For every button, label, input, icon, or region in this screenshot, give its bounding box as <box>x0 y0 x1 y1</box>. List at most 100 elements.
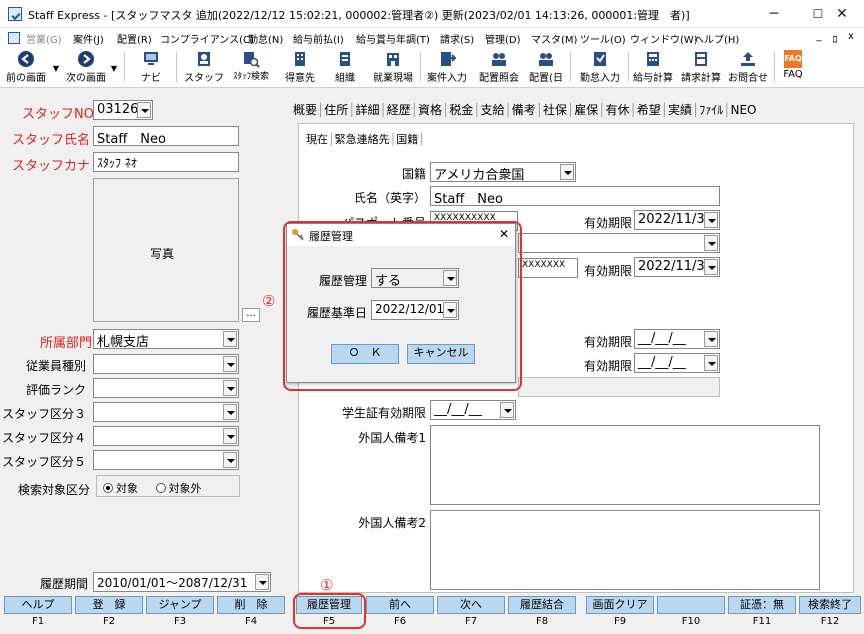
residence-card-field[interactable]: XXXXXXX <box>518 258 578 278</box>
faq-button[interactable]: FAQ FAQ <box>778 50 808 86</box>
tab-tax[interactable]: 税金 <box>449 103 473 117</box>
chevron-down-icon[interactable] <box>704 355 718 371</box>
chevron-down-icon[interactable] <box>223 428 237 444</box>
cat4-combo[interactable] <box>93 426 239 446</box>
forward-button[interactable]: 次の画面 <box>62 50 110 86</box>
residence-status-combo[interactable] <box>518 233 720 253</box>
tab-payment[interactable]: 支給 <box>481 103 505 117</box>
permit-expiry-combo[interactable]: __/__/__ <box>634 329 720 349</box>
dept-combo[interactable]: 札幌支店 <box>93 329 239 349</box>
tab-neo[interactable]: NEO <box>731 103 757 117</box>
f10-button[interactable] <box>657 596 725 614</box>
chevron-down-icon[interactable] <box>704 331 718 347</box>
menu-kintai[interactable]: 勤怠(N) <box>248 31 283 46</box>
foreign-note1-textarea[interactable] <box>430 425 820 505</box>
menu-compliance[interactable]: コンプライアンス(C) <box>160 31 254 46</box>
mdi-restore-button[interactable]: ﾛ <box>828 31 842 46</box>
menu-seikyu[interactable]: 請求(S) <box>440 31 474 46</box>
billing-calc-button[interactable]: 請求計算 <box>678 50 724 86</box>
f7-next-button[interactable]: 次へ <box>437 596 505 614</box>
f6-prev-button[interactable]: 前へ <box>366 596 434 614</box>
f9-clear-button[interactable]: 画面クリア <box>586 596 654 614</box>
subtab-nationality[interactable]: 国籍 <box>396 133 418 146</box>
tab-address[interactable]: 住所 <box>324 103 348 117</box>
tab-qualification[interactable]: 資格 <box>418 103 442 117</box>
chevron-down-icon[interactable] <box>560 164 574 180</box>
tab-detail[interactable]: 詳細 <box>356 103 380 117</box>
search-target-on-radio[interactable]: 対象 <box>103 482 138 495</box>
assign-inquiry-button[interactable]: 配置照会 <box>476 50 522 86</box>
back-button[interactable]: 前の画面 <box>2 50 50 86</box>
job-entry-button[interactable]: 案件入力 <box>424 50 470 86</box>
tab-social-insurance[interactable]: 社保 <box>543 103 567 117</box>
tab-record[interactable]: 実績 <box>668 103 692 117</box>
chevron-down-icon[interactable] <box>223 452 237 468</box>
menu-kanri[interactable]: 管理(D) <box>485 31 521 46</box>
cat5-combo[interactable] <box>93 450 239 470</box>
worksite-button[interactable]: 就業現場 <box>368 50 418 86</box>
tab-file[interactable]: ﾌｧｲﾙ <box>699 103 723 117</box>
org-button[interactable]: 組織 <box>328 50 362 86</box>
minimize-button[interactable]: ─ <box>752 0 796 28</box>
client-button[interactable]: 得意先 <box>280 50 320 86</box>
staff-search-button[interactable]: ｽﾀｯﾌ検索 <box>228 50 274 86</box>
chevron-down-icon[interactable] <box>500 402 514 418</box>
residence-expiry-combo[interactable]: 2022/11/30 <box>634 257 720 277</box>
chevron-down-icon[interactable] <box>704 235 718 251</box>
navi-button[interactable]: ナビ <box>134 50 168 86</box>
rank-combo[interactable] <box>93 378 239 398</box>
photo-box[interactable]: 写真 <box>93 178 239 322</box>
f1-help-button[interactable]: ヘルプ <box>4 596 72 614</box>
chevron-down-icon[interactable] <box>223 380 237 396</box>
f4-delete-button[interactable]: 削 除 <box>217 596 285 614</box>
tab-career[interactable]: 経歴 <box>387 103 411 117</box>
menu-tool[interactable]: ツール(O) <box>580 31 626 46</box>
menu-help[interactable]: ヘルプ(H) <box>694 31 739 46</box>
staff-button[interactable]: スタッフ <box>184 50 224 86</box>
menu-kyuyo[interactable]: 給与賞与年調(T) <box>356 31 430 46</box>
close-button[interactable]: ✕ <box>820 0 864 28</box>
menu-eigyo[interactable]: 営業(G) <box>26 31 62 46</box>
menu-master[interactable]: マスタ(M) <box>531 31 577 46</box>
menu-anken[interactable]: 案件(J) <box>73 31 104 46</box>
student-id-combo[interactable]: __/__/__ <box>430 400 516 420</box>
f8-history-merge-button[interactable]: 履歴結合 <box>508 596 576 614</box>
chevron-down-icon[interactable] <box>223 356 237 372</box>
staff-no-combo[interactable]: 031260 <box>93 100 153 120</box>
chevron-down-icon[interactable] <box>255 574 269 590</box>
search-target-off-radio[interactable]: 対象外 <box>155 482 202 495</box>
staff-kana-field[interactable]: ｽﾀｯﾌ ﾈｵ <box>93 152 239 172</box>
chevron-down-icon[interactable] <box>223 331 237 347</box>
browse-photo-button[interactable]: ... <box>242 308 260 322</box>
assign-day-button[interactable]: 配置(日 <box>526 50 566 86</box>
tab-preference[interactable]: 希望 <box>637 103 661 117</box>
tab-notes[interactable]: 備考 <box>512 103 536 117</box>
chevron-down-icon[interactable] <box>704 259 718 275</box>
foreign-note2-textarea[interactable] <box>430 510 820 590</box>
name-en-field[interactable]: Staff Neo <box>430 186 720 206</box>
f12-search-end-button[interactable]: 検索終了 <box>799 596 861 614</box>
nationality-combo[interactable]: アメリカ合衆国 <box>430 162 576 182</box>
salary-calc-button[interactable]: 給与計算 <box>630 50 676 86</box>
forward-dropdown-arrow[interactable]: ▼ <box>110 64 118 100</box>
passport-expiry-combo[interactable]: 2022/11/30 <box>634 210 720 230</box>
mdi-close-button[interactable]: x <box>844 31 858 42</box>
tab-paid-leave[interactable]: 有休 <box>606 103 630 117</box>
f2-register-button[interactable]: 登 録 <box>75 596 143 614</box>
history-period-combo[interactable]: 2010/01/01～2087/12/31 <box>93 572 271 592</box>
subtab-emergency[interactable]: 緊急連絡先 <box>335 133 390 146</box>
contact-button[interactable]: お問合せ <box>726 50 770 86</box>
f3-jump-button[interactable]: ジャンプ <box>146 596 214 614</box>
other-expiry-combo[interactable]: __/__/__ <box>634 353 720 373</box>
menu-window[interactable]: ウィンドウ(W) <box>630 31 698 46</box>
tab-summary[interactable]: 概要 <box>293 103 317 117</box>
menu-haichi[interactable]: 配置(R) <box>117 31 152 46</box>
staff-name-field[interactable]: Staff Neo <box>93 126 239 146</box>
f11-evidence-button[interactable]: 証憑：無 <box>728 596 796 614</box>
mdi-minimize-button[interactable]: _ <box>812 31 826 42</box>
tab-employment-insurance[interactable]: 雇保 <box>574 103 598 117</box>
chevron-down-icon[interactable] <box>704 212 718 228</box>
cat3-combo[interactable] <box>93 402 239 422</box>
subtab-current[interactable]: 現在 <box>306 133 328 146</box>
emp-type-combo[interactable] <box>93 354 239 374</box>
